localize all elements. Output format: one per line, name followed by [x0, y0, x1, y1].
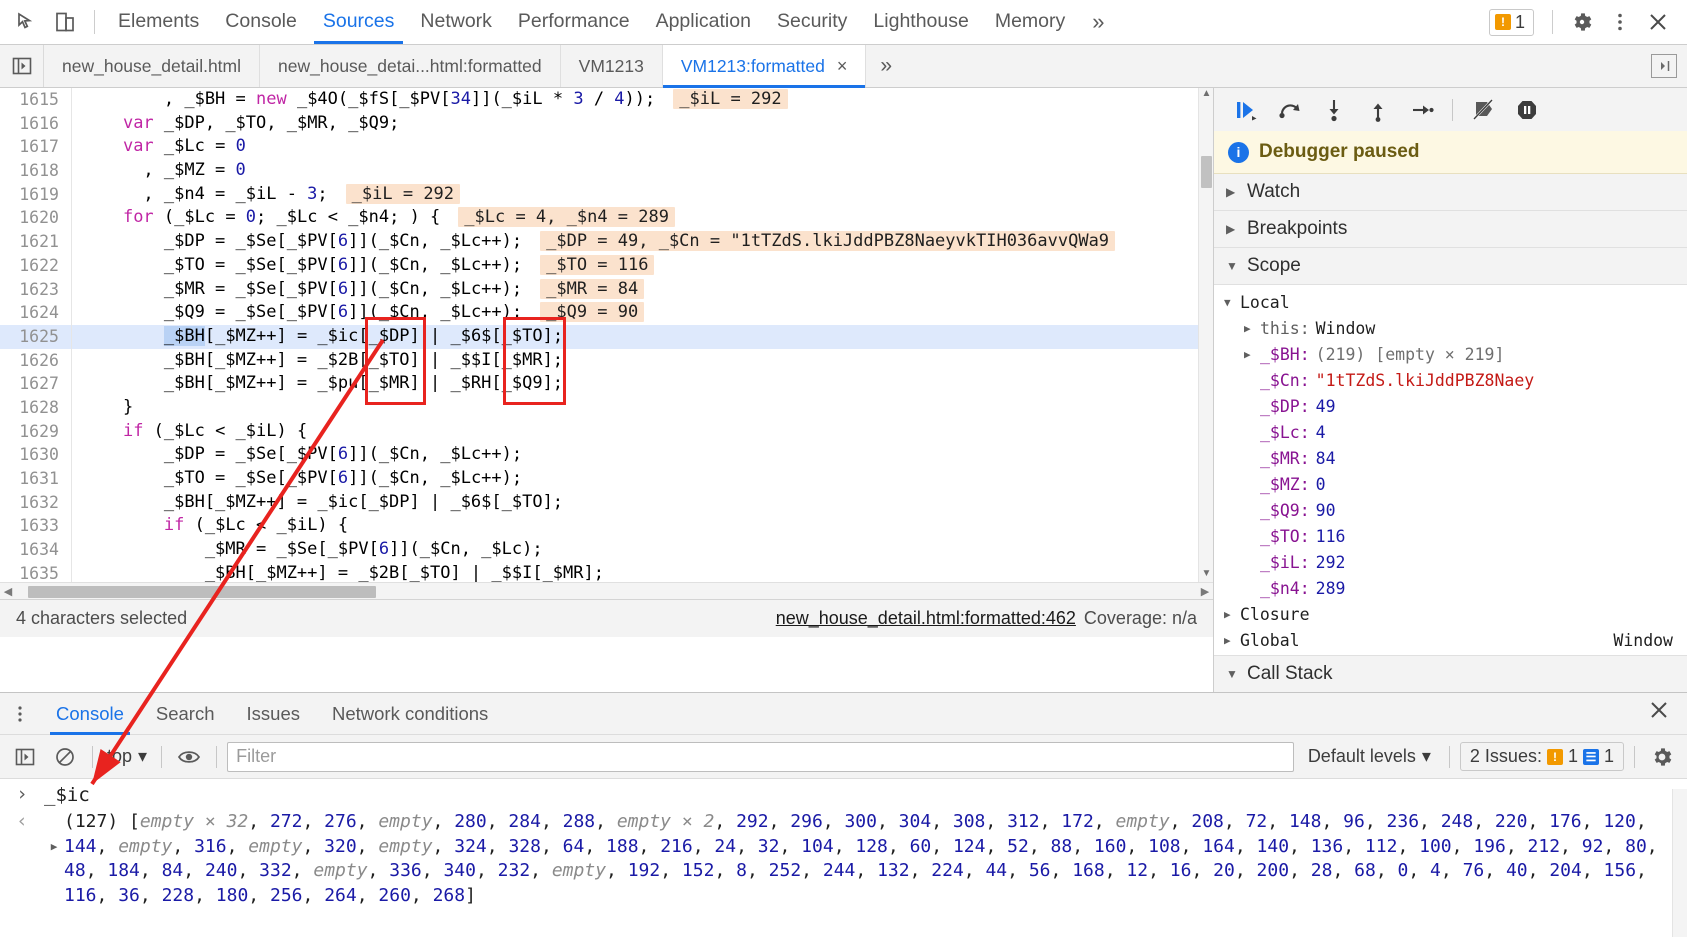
devtools-window: Elements Console Sources Network Perform…: [0, 0, 1687, 937]
annotation-arrow: [90, 338, 385, 786]
